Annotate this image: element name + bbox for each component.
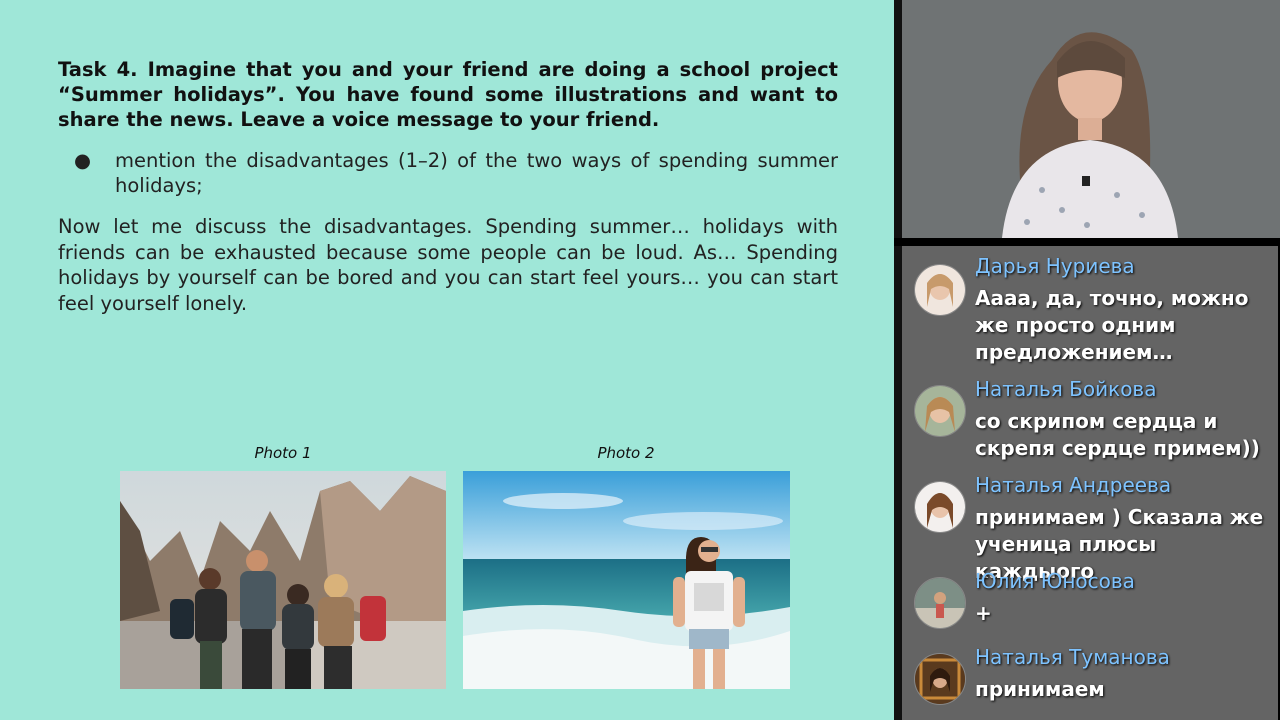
live-chat-panel: Дарья Нуриева Аааа, да, точно, можно же … — [902, 246, 1278, 720]
user-avatar[interactable] — [914, 264, 966, 316]
answer-text: Now let me discuss the disadvantages. Sp… — [58, 215, 838, 315]
user-avatar[interactable] — [914, 481, 966, 533]
layout-divider — [894, 0, 902, 720]
user-avatar[interactable] — [914, 653, 966, 705]
photo2-beach-image — [463, 471, 790, 689]
user-avatar[interactable] — [914, 385, 966, 437]
presentation-slide: Task 4. Imagine that you and your friend… — [0, 0, 894, 720]
layout-divider — [894, 238, 1280, 246]
chat-text: + — [975, 601, 992, 625]
photo1-hikers-image — [120, 471, 446, 689]
user-avatar[interactable] — [914, 577, 966, 629]
photo2-caption: Photo 2 — [597, 444, 655, 462]
bullet-text: mention the disadvantages (1–2) of the t… — [115, 149, 838, 197]
chat-text: Аааа, да, точно, можно же просто одним п… — [975, 286, 1249, 364]
chat-text: принимаем — [975, 677, 1105, 701]
bullet-dot: ● — [74, 149, 92, 172]
chat-author[interactable]: Дарья Нуриева — [975, 254, 1135, 278]
webcam-video — [902, 0, 1280, 238]
task-heading: Task 4. Imagine that you and your friend… — [58, 58, 838, 131]
chat-author[interactable]: Наталья Андреева — [975, 473, 1171, 497]
photo1-caption: Photo 1 — [254, 444, 312, 462]
chat-author[interactable]: Наталья Бойкова — [975, 377, 1156, 401]
chat-text: со скрипом сердца и скрепя сердце примем… — [975, 409, 1260, 460]
chat-author[interactable]: Юлия Юносова — [975, 569, 1135, 593]
chat-author[interactable]: Наталья Туманова — [975, 645, 1170, 669]
